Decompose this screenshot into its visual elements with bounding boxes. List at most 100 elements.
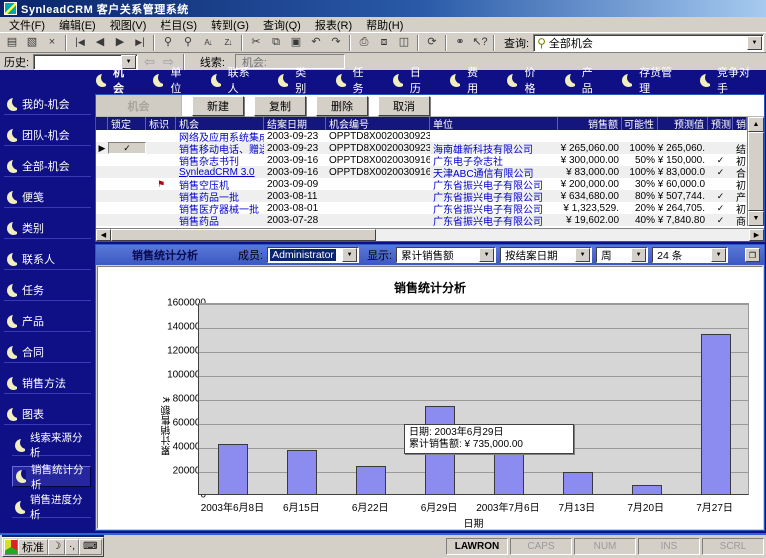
sidebar-item-我的-机会[interactable]: 我的-机会 [4,94,91,115]
unit-link[interactable]: 天津ABC通信有限公司 [430,166,558,178]
unit-link[interactable]: 广东省振兴电子有限公司 [430,190,558,202]
tab-日历[interactable]: 日历 [387,64,438,98]
sidebar-item-销售方法[interactable]: 销售方法 [4,373,91,394]
sidebar-item-销售统计分析[interactable]: 销售统计分析 [12,466,91,487]
panel-restore-button[interactable]: ❐ [745,248,760,262]
column-header-可能性[interactable]: 可能性 [622,117,658,130]
horizontal-scrollbar[interactable]: ◀ ▶ [96,228,764,241]
tab-竞争对手[interactable]: 竞争对手 [694,64,766,98]
display-combobox[interactable]: 累计销售额 ▼ [396,247,496,263]
unit-link[interactable]: 广东省振兴电子有限公司 [430,214,558,226]
column-header-标识[interactable]: 标识 [146,117,176,130]
ime-punctuation-icon[interactable]: ·, [65,539,79,555]
ime-mode-button[interactable]: 标准 [18,539,48,555]
sidebar-item-便笺[interactable]: 便笺 [4,187,91,208]
query-combobox[interactable]: ⚲ 全部机会 ▼ [533,34,764,52]
column-header-销[interactable]: 销 [733,117,747,130]
sidebar-item-线索来源分析[interactable]: 线索来源分析 [12,435,91,456]
help-pointer-icon[interactable]: ↖? [470,34,490,52]
sidebar-item-销售进度分析[interactable]: 销售进度分析 [12,497,91,518]
sidebar-item-联系人[interactable]: 联系人 [4,249,91,270]
ime-keyboard-icon[interactable]: ⌨ [79,539,101,555]
table-row[interactable]: 销售药品2003-07-28广东省振兴电子有限公司¥ 19,602.0040%¥… [96,214,747,226]
tab-费用[interactable]: 费用 [444,64,495,98]
unit-link[interactable]: 广东电子杂志社 [430,154,558,166]
opportunity-link[interactable]: 销售杂志书刊 [176,154,264,166]
copy-icon[interactable]: ⧉ [266,34,286,52]
chart-bar[interactable] [287,450,317,494]
delete-record-icon[interactable]: × [42,34,62,52]
chart-bar[interactable] [218,444,248,494]
tab-产品[interactable]: 产品 [559,64,610,98]
tab-单位[interactable]: 单位 [147,64,198,98]
table-row[interactable]: ⚑销售空压机2003-09-09广东省振兴电子有限公司¥ 200,000.003… [96,178,747,190]
column-header-预测值[interactable]: 预测值 [658,117,708,130]
title-bar[interactable]: SynleadCRM 客户关系管理系统 [0,0,766,17]
vertical-scroll-thumb[interactable] [748,132,764,211]
menu-item-5[interactable]: 查询(Q) [256,17,308,32]
button-取消[interactable]: 取消 [378,96,430,116]
opportunity-link[interactable]: 销售药品 [176,214,264,226]
sidebar-item-图表[interactable]: 图表 [4,404,91,425]
previous-record-icon[interactable]: ◀ [90,34,110,52]
tab-类别[interactable]: 类别 [272,64,323,98]
paste-icon[interactable]: ▣ [286,34,306,52]
chart-bar[interactable] [701,334,731,494]
sidebar-item-任务[interactable]: 任务 [4,280,91,301]
scroll-up-icon[interactable]: ▲ [748,117,764,132]
table-row[interactable]: ▶✓销售移动电话、赠送2003-09-23OPPTD8X002003092300… [96,142,747,154]
group-by-combobox[interactable]: 按结案日期 ▼ [500,247,592,263]
chart-bar[interactable] [494,452,524,494]
menu-item-0[interactable]: 文件(F) [2,17,52,32]
menu-item-6[interactable]: 报表(R) [308,17,359,32]
cut-icon[interactable]: ✂ [246,34,266,52]
unit-link[interactable]: 广东省振兴电子有限公司 [430,178,558,190]
table-row[interactable]: 销售杂志书刊2003-09-16OPPTD8X0020030916001广东电子… [96,154,747,166]
menu-item-4[interactable]: 转到(G) [204,17,256,32]
horizontal-scroll-track[interactable] [376,229,749,241]
ime-fullwidth-moon-icon[interactable]: ☽ [48,539,65,555]
ime-toolbar[interactable]: 标准 ☽ ·, ⌨ [2,537,104,557]
opportunity-link[interactable]: 销售药品一批 [176,190,264,202]
period-dropdown-button[interactable]: ▼ [631,248,646,262]
menu-item-7[interactable]: 帮助(H) [359,17,410,32]
last-record-icon[interactable]: ▶ [130,34,150,52]
redo-icon[interactable]: ↷ [326,34,346,52]
scroll-down-icon[interactable]: ▼ [748,211,764,226]
chart-bar[interactable] [632,485,662,494]
opportunity-link[interactable]: 销售医疗器械一批 [176,202,264,214]
sidebar-item-全部-机会[interactable]: 全部-机会 [4,156,91,177]
column-header-锁定[interactable]: 锁定 [108,117,146,130]
print-icon[interactable]: ⎙ [354,34,374,52]
vertical-scrollbar[interactable]: ▲ ▼ [747,117,764,226]
tab-存货管理[interactable]: 存货管理 [616,64,688,98]
table-row[interactable]: 网络及应用系统集成2003-09-23OPPTD8X0020030923001 [96,130,747,142]
table-row[interactable]: SynleadCRM 3.02003-09-16OPPTD8X002003091… [96,166,747,178]
ime-logo-icon[interactable] [4,539,18,555]
count-combobox[interactable]: 24 条 ▼ [652,247,728,263]
chart-bar[interactable] [356,466,386,494]
column-header-机会[interactable]: 机会 [176,117,264,130]
scroll-left-icon[interactable]: ◀ [96,229,111,241]
next-record-icon[interactable]: ▶ [110,34,130,52]
count-dropdown-button[interactable]: ▼ [711,248,726,262]
search-form-icon[interactable]: ⚲ [178,34,198,52]
column-header-销售额[interactable]: 销售额 [558,117,622,130]
opportunity-link[interactable]: 销售移动电话、赠送 [176,142,264,154]
button-新建[interactable]: 新建 [192,96,244,116]
sort-descending-icon[interactable]: Z↓ [218,34,238,52]
member-combobox[interactable]: Administrator ▼ [267,247,359,263]
column-header-机会编号[interactable]: 机会编号 [326,117,430,130]
sidebar-item-合同[interactable]: 合同 [4,342,91,363]
print-preview-icon[interactable]: ◫ [394,34,414,52]
button-删除[interactable]: 删除 [316,96,368,116]
tab-任务[interactable]: 任务 [330,64,381,98]
tab-联系人[interactable]: 联系人 [205,64,267,98]
search-icon[interactable]: ⚲ [158,34,178,52]
period-combobox[interactable]: 周 ▼ [596,247,648,263]
find-icon[interactable]: ⚭ [450,34,470,52]
menu-item-1[interactable]: 编辑(E) [52,17,103,32]
opportunity-link[interactable]: 销售空压机 [176,178,264,190]
column-header-indicator[interactable] [96,117,108,130]
menu-item-3[interactable]: 栏目(S) [153,17,204,32]
